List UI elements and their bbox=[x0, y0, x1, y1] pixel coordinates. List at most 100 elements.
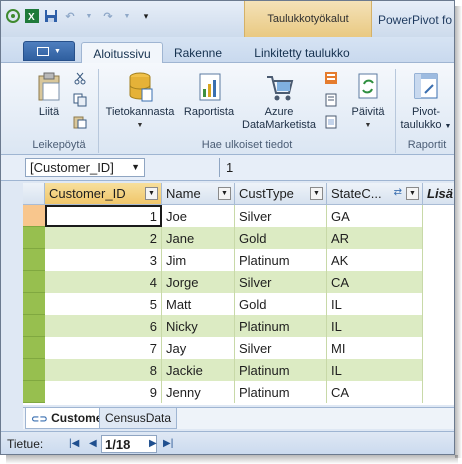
row-selector[interactable] bbox=[23, 315, 45, 337]
cell-custtype[interactable]: Gold bbox=[235, 227, 327, 249]
row-selector[interactable] bbox=[23, 205, 45, 227]
cell-customer-id[interactable]: 5 bbox=[45, 293, 162, 315]
cell-statecode[interactable]: MI bbox=[327, 337, 423, 359]
file-menu-button[interactable]: ▼ bbox=[23, 41, 75, 61]
excel-switch-icon[interactable]: X bbox=[24, 8, 40, 24]
cell-name[interactable]: Jay bbox=[162, 337, 235, 359]
previous-record-icon[interactable]: ◀ bbox=[89, 438, 97, 449]
powerpivot-logo-icon[interactable] bbox=[5, 8, 21, 24]
name-box[interactable]: [Customer_ID] ▼ bbox=[25, 158, 145, 177]
sheet-tab-censusdata[interactable]: CensusData bbox=[99, 408, 178, 429]
refresh-button[interactable]: Päivitä ▼ bbox=[343, 71, 393, 132]
cell-name[interactable]: Jane bbox=[162, 227, 235, 249]
cell-custtype[interactable]: Platinum bbox=[235, 249, 327, 271]
cell-statecode[interactable]: IL bbox=[327, 359, 423, 381]
filter-dropdown-icon[interactable]: ▼ bbox=[406, 187, 419, 200]
contextual-tab-group-label: Taulukkotyökalut bbox=[267, 13, 349, 25]
next-record-icon[interactable]: ▶ bbox=[149, 438, 157, 449]
cell-custtype[interactable]: Platinum bbox=[235, 315, 327, 337]
undo-icon[interactable]: ↶ bbox=[62, 8, 78, 24]
cell-statecode[interactable]: AR bbox=[327, 227, 423, 249]
from-other-sources-icon[interactable] bbox=[324, 71, 338, 85]
column-header-add-column[interactable]: Lisä bbox=[423, 183, 454, 205]
azure-datamarket-button[interactable]: Azure DataMarketista bbox=[239, 71, 319, 132]
filter-dropdown-icon[interactable]: ▼ bbox=[145, 187, 158, 200]
cell-name[interactable]: Joe bbox=[162, 205, 235, 227]
cut-icon[interactable] bbox=[73, 71, 87, 85]
redo-icon[interactable]: ↷ bbox=[100, 8, 116, 24]
formula-value[interactable]: 1 bbox=[226, 160, 233, 175]
cell-statecode[interactable]: IL bbox=[327, 315, 423, 337]
cell-customer-id[interactable]: 9 bbox=[45, 381, 162, 403]
cell-custtype[interactable]: Silver bbox=[235, 337, 327, 359]
cell-customer-id[interactable]: 1 bbox=[45, 205, 162, 227]
sheet-tab-label: CensusData bbox=[105, 411, 172, 425]
filter-dropdown-icon[interactable]: ▼ bbox=[310, 187, 323, 200]
redo-dropdown-icon[interactable]: ▼ bbox=[119, 8, 135, 24]
column-header-label: CustType bbox=[239, 186, 294, 201]
paste-button[interactable]: Liitä bbox=[31, 71, 67, 119]
cell-custtype[interactable]: Platinum bbox=[235, 359, 327, 381]
cell-customer-id[interactable]: 7 bbox=[45, 337, 162, 359]
chevron-down-icon: ▼ bbox=[54, 47, 61, 55]
cell-statecode[interactable]: CA bbox=[327, 271, 423, 293]
row-selector[interactable] bbox=[23, 271, 45, 293]
cell-name[interactable]: Jim bbox=[162, 249, 235, 271]
tab-rakenne[interactable]: Rakenne bbox=[167, 42, 229, 63]
row-selector[interactable] bbox=[23, 227, 45, 249]
customize-toolbar-icon[interactable]: ▾ bbox=[138, 8, 154, 24]
tab-aloitussivu[interactable]: Aloitussivu bbox=[81, 42, 163, 63]
cell-custtype[interactable]: Silver bbox=[235, 271, 327, 293]
paste-append-icon[interactable] bbox=[324, 115, 338, 129]
group-label-reports: Raportit bbox=[407, 139, 447, 151]
group-label-clipboard: Leikepöytä bbox=[32, 139, 86, 151]
column-header-customer-id[interactable]: Customer_ID ▼ bbox=[45, 183, 162, 205]
cell-name[interactable]: Jorge bbox=[162, 271, 235, 293]
chevron-down-icon[interactable]: ▼ bbox=[131, 162, 140, 172]
undo-dropdown-icon[interactable]: ▼ bbox=[81, 8, 97, 24]
cell-customer-id[interactable]: 8 bbox=[45, 359, 162, 381]
last-record-icon[interactable]: ▶| bbox=[163, 438, 173, 449]
cell-custtype[interactable]: Gold bbox=[235, 293, 327, 315]
cell-custtype[interactable]: Silver bbox=[235, 205, 327, 227]
cell-statecode[interactable]: IL bbox=[327, 293, 423, 315]
column-header-name[interactable]: Name ▼ bbox=[162, 183, 235, 205]
first-record-icon[interactable]: |◀ bbox=[69, 438, 79, 449]
cell-customer-id[interactable]: 2 bbox=[45, 227, 162, 249]
filter-dropdown-icon[interactable]: ▼ bbox=[218, 187, 231, 200]
row-selector[interactable] bbox=[23, 337, 45, 359]
title-bar: X ↶ ▼ ↷ ▼ ▾ Taulukkotyökalut PowerPivot … bbox=[1, 1, 454, 37]
cell-statecode[interactable]: CA bbox=[327, 381, 423, 403]
from-report-button[interactable]: Raportista bbox=[179, 71, 239, 119]
pivot-table-button[interactable]: Pivot- taulukko ▼ bbox=[397, 71, 454, 133]
column-header-custtype[interactable]: CustType ▼ bbox=[235, 183, 327, 205]
refresh-label: Päivitä bbox=[351, 106, 385, 118]
select-all-corner[interactable] bbox=[23, 183, 45, 205]
cell-statecode[interactable]: AK bbox=[327, 249, 423, 271]
cell-customer-id[interactable]: 6 bbox=[45, 315, 162, 337]
pivot-table-label-1: Pivot- bbox=[411, 106, 441, 118]
row-selector[interactable] bbox=[23, 381, 45, 403]
cell-statecode[interactable]: GA bbox=[327, 205, 423, 227]
paste-special-icon[interactable] bbox=[73, 115, 87, 129]
cell-custtype[interactable]: Platinum bbox=[235, 381, 327, 403]
save-icon[interactable] bbox=[43, 8, 59, 24]
existing-connections-icon[interactable] bbox=[324, 93, 338, 107]
cell-customer-id[interactable]: 3 bbox=[45, 249, 162, 271]
cell-name[interactable]: Jenny bbox=[162, 381, 235, 403]
cell-customer-id[interactable]: 4 bbox=[45, 271, 162, 293]
tab-linkitetty-taulukko[interactable]: Linkitetty taulukko bbox=[245, 42, 359, 63]
cell-name[interactable]: Nicky bbox=[162, 315, 235, 337]
relationship-icon: ⇄ bbox=[393, 187, 402, 198]
cell-name[interactable]: Matt bbox=[162, 293, 235, 315]
pivot-table-icon bbox=[414, 73, 438, 99]
report-icon bbox=[199, 73, 221, 101]
cell-name[interactable]: Jackie bbox=[162, 359, 235, 381]
column-header-statecode[interactable]: StateC... ⇄ ▼ bbox=[327, 183, 423, 205]
row-selector[interactable] bbox=[23, 359, 45, 381]
row-selector[interactable] bbox=[23, 249, 45, 271]
from-database-button[interactable]: Tietokannasta ▼ bbox=[102, 71, 178, 132]
row-selector[interactable] bbox=[23, 293, 45, 315]
copy-icon[interactable] bbox=[73, 93, 87, 107]
data-grid[interactable]: Customer_ID ▼ Name ▼ CustType ▼ StateC..… bbox=[23, 183, 454, 405]
